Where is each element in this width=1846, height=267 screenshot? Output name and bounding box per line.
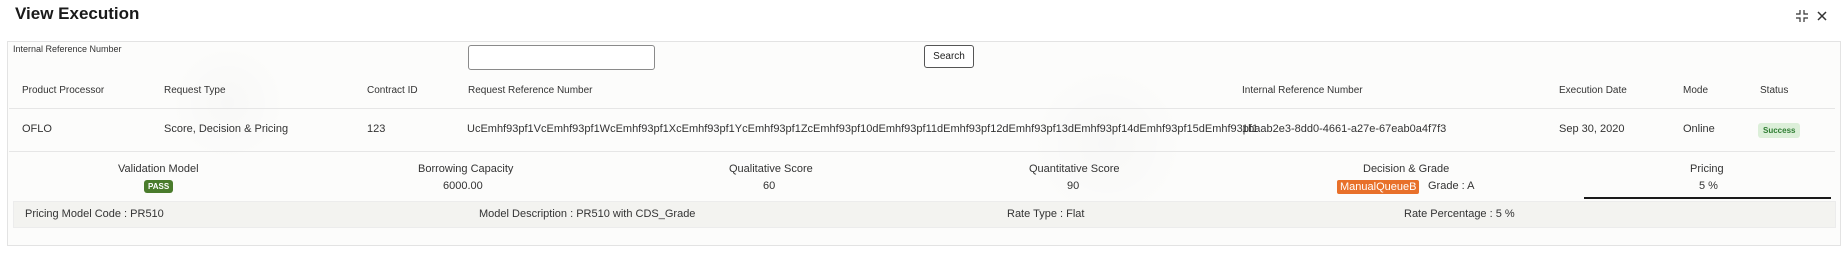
pricing-rate-percentage: Rate Percentage : 5 % (1404, 208, 1515, 220)
header-execution-date: Execution Date (1559, 85, 1627, 96)
header-internal-reference-number: Internal Reference Number (1242, 85, 1363, 96)
quantitative-score-label: Quantitative Score (1029, 163, 1120, 175)
header-status: Status (1760, 85, 1789, 96)
header-mode: Mode (1683, 85, 1709, 96)
borrowing-capacity-label: Borrowing Capacity (418, 163, 514, 175)
header-request-type: Request Type (164, 85, 226, 96)
cell-execution-date: Sep 30, 2020 (1559, 123, 1625, 135)
decision-grade-label: Decision & Grade (1363, 163, 1450, 175)
row-divider (9, 108, 1835, 109)
pricing-label: Pricing (1690, 163, 1724, 175)
qualitative-score-value: 60 (763, 180, 776, 192)
header-contract-id: Contract ID (367, 85, 418, 96)
header-request-reference-number: Request Reference Number (468, 85, 593, 96)
search-button[interactable]: Search (924, 45, 974, 68)
borrowing-capacity-value: 6000.00 (443, 180, 483, 192)
pricing-details-bar (13, 201, 1836, 228)
cell-contract-id: 123 (367, 123, 386, 135)
cell-request-type: Score, Decision & Pricing (164, 123, 289, 135)
row-divider (9, 151, 1835, 152)
page-title: View Execution (15, 4, 140, 23)
cell-product-processor: OFLO (22, 123, 52, 135)
grade-value: Grade : A (1428, 180, 1475, 192)
pricing-selected-indicator (1584, 197, 1831, 199)
collapse-icon[interactable] (1793, 7, 1811, 25)
qualitative-score-label: Qualitative Score (729, 163, 813, 175)
internal-reference-label: Internal Reference Number (13, 44, 122, 54)
pricing-model-description: Model Description : PR510 with CDS_Grade (479, 208, 696, 220)
header-product-processor: Product Processor (22, 85, 105, 96)
pricing-rate-type: Rate Type : Flat (1007, 208, 1085, 220)
validation-model-label: Validation Model (118, 163, 199, 175)
status-badge: Success (1758, 123, 1801, 138)
quantitative-score-value: 90 (1067, 180, 1080, 192)
cell-internal-reference-number: 1baab2e3-8dd0-4661-a27e-67eab0a4f7f3 (1242, 123, 1447, 135)
pricing-model-code: Pricing Model Code : PR510 (25, 208, 164, 220)
pricing-value: 5 % (1699, 180, 1718, 192)
internal-reference-input[interactable] (468, 45, 655, 70)
decision-badge: ManualQueueB (1337, 180, 1420, 194)
validation-pass-badge: PASS (144, 180, 174, 193)
cell-mode: Online (1683, 123, 1715, 135)
cell-request-reference-number: UcEmhf93pf1VcEmhf93pf1WcEmhf93pf1XcEmhf9… (467, 123, 1259, 135)
close-icon[interactable] (1813, 7, 1831, 25)
window-header: View Execution (0, 0, 1846, 30)
